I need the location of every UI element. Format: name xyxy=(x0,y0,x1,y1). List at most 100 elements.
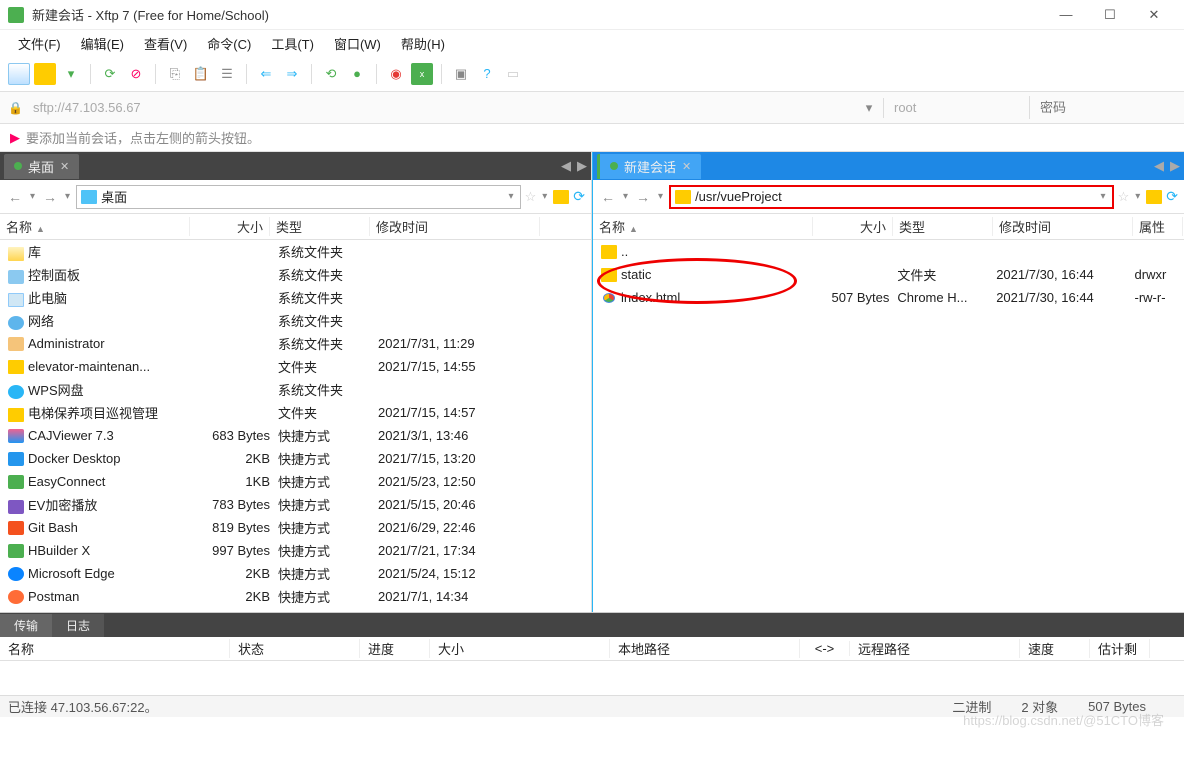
tcol-eta[interactable]: 估计剩 xyxy=(1090,639,1150,658)
file-row[interactable]: index.html507 BytesChrome H...2021/7/30,… xyxy=(593,286,1184,309)
tab-prev-icon[interactable]: ◀ xyxy=(561,158,571,174)
refresh-icon[interactable]: ⟳ xyxy=(1166,188,1178,205)
tcol-speed[interactable]: 速度 xyxy=(1020,639,1090,658)
col-name[interactable]: 名称▲ xyxy=(0,217,190,236)
col-size[interactable]: 大小 xyxy=(190,217,270,236)
tcol-dir[interactable]: <-> xyxy=(800,641,850,656)
nav-fwd-icon[interactable]: → xyxy=(634,189,652,205)
terminal-icon[interactable]: ▣ xyxy=(450,63,472,85)
tab-close-icon[interactable]: ✕ xyxy=(60,160,69,173)
file-row[interactable]: .. xyxy=(593,240,1184,263)
transfer-body[interactable] xyxy=(0,661,1184,695)
tcol-local[interactable]: 本地路径 xyxy=(610,639,800,658)
bookmark-icon[interactable]: ☆ xyxy=(1118,189,1130,205)
tab-prev-icon[interactable]: ◀ xyxy=(1154,158,1164,174)
col-mtime[interactable]: 修改时间 xyxy=(993,217,1133,236)
minimize-button[interactable]: — xyxy=(1044,1,1088,29)
file-row[interactable]: WPS网盘系统文件夹 xyxy=(0,378,591,401)
left-arrow-icon[interactable]: ⇐ xyxy=(255,63,277,85)
menu-file[interactable]: 文件(F) xyxy=(10,32,69,55)
nav-back-icon[interactable]: ← xyxy=(599,189,617,205)
col-attr[interactable]: 属性 xyxy=(1133,217,1183,236)
open-icon[interactable] xyxy=(34,63,56,85)
address-url[interactable]: sftp://47.103.56.67 xyxy=(29,100,855,115)
col-type[interactable]: 类型 xyxy=(270,217,370,236)
menu-tools[interactable]: 工具(T) xyxy=(263,32,322,55)
tcol-status[interactable]: 状态 xyxy=(230,639,360,658)
col-size[interactable]: 大小 xyxy=(813,217,893,236)
file-row[interactable]: EasyConnect1KB快捷方式2021/5/23, 12:50 xyxy=(0,470,591,493)
maximize-button[interactable]: ☐ xyxy=(1088,1,1132,29)
file-row[interactable]: static文件夹2021/7/30, 16:44drwxr xyxy=(593,263,1184,286)
file-row[interactable]: Administrator系统文件夹2021/7/31, 11:29 xyxy=(0,332,591,355)
path-dropdown-icon[interactable]: ▾ xyxy=(507,191,516,202)
left-path-input[interactable]: 桌面 ▾ xyxy=(76,185,521,209)
file-row[interactable]: Git Bash819 Bytes快捷方式2021/6/29, 22:46 xyxy=(0,516,591,539)
toolbar: ▾ ⟳ ⊘ ⎘ 📋 ☰ ⇐ ⇒ ⟲ ● ◉ x ▣ ? ▭ xyxy=(0,56,1184,92)
file-row[interactable]: Microsoft Edge2KB快捷方式2021/5/24, 15:12 xyxy=(0,562,591,585)
stop-icon[interactable]: ◉ xyxy=(385,63,407,85)
right-arrow-icon[interactable]: ⇒ xyxy=(281,63,303,85)
file-row[interactable]: elevator-maintenan...文件夹2021/7/15, 14:55 xyxy=(0,355,591,378)
tcol-remote[interactable]: 远程路径 xyxy=(850,639,1020,658)
file-row[interactable]: 网络系统文件夹 xyxy=(0,309,591,332)
col-type[interactable]: 类型 xyxy=(893,217,993,236)
address-dropdown-icon[interactable]: ▾ xyxy=(861,100,877,116)
newfolder-icon[interactable] xyxy=(1146,190,1162,204)
file-row[interactable]: Docker Desktop2KB快捷方式2021/7/15, 13:20 xyxy=(0,447,591,470)
right-path-input[interactable]: /usr/vueProject ▾ xyxy=(669,185,1114,209)
help-icon[interactable]: ? xyxy=(476,63,498,85)
nav-fwd-icon[interactable]: → xyxy=(41,189,59,205)
tab-next-icon[interactable]: ▶ xyxy=(577,158,587,174)
file-row[interactable]: HBuilder X997 Bytes快捷方式2021/7/21, 17:34 xyxy=(0,539,591,562)
props-icon[interactable]: ☰ xyxy=(216,63,238,85)
file-row[interactable]: CAJViewer 7.3683 Bytes快捷方式2021/3/1, 13:4… xyxy=(0,424,591,447)
status-objects: 2 对象 xyxy=(1021,697,1058,716)
left-filelist[interactable]: 库系统文件夹控制面板系统文件夹此电脑系统文件夹网络系统文件夹Administra… xyxy=(0,240,591,612)
tcol-size[interactable]: 大小 xyxy=(430,639,610,658)
tab-desktop[interactable]: 桌面 ✕ xyxy=(4,154,79,179)
paste-icon[interactable]: 📋 xyxy=(190,63,212,85)
menu-edit[interactable]: 编辑(E) xyxy=(73,32,132,55)
disconnect-icon[interactable]: ⊘ xyxy=(125,63,147,85)
tab-label: 新建会话 xyxy=(624,157,676,176)
xshell-icon[interactable]: x xyxy=(411,63,433,85)
menu-view[interactable]: 查看(V) xyxy=(136,32,195,55)
col-name[interactable]: 名称▲ xyxy=(593,217,813,236)
tcol-progress[interactable]: 进度 xyxy=(360,639,430,658)
username-field[interactable] xyxy=(890,96,1030,119)
menu-window[interactable]: 窗口(W) xyxy=(326,32,389,55)
new-session-icon[interactable] xyxy=(8,63,30,85)
refresh-icon[interactable]: ⟳ xyxy=(573,188,585,205)
bookmark-icon[interactable]: ☆ xyxy=(525,189,537,205)
col-mtime[interactable]: 修改时间 xyxy=(370,217,540,236)
menu-command[interactable]: 命令(C) xyxy=(199,32,259,55)
right-filelist[interactable]: ..static文件夹2021/7/30, 16:44drwxrindex.ht… xyxy=(593,240,1184,612)
tab-next-icon[interactable]: ▶ xyxy=(1170,158,1180,174)
file-row[interactable]: 库系统文件夹 xyxy=(0,240,591,263)
tcol-name[interactable]: 名称 xyxy=(0,639,230,658)
file-row[interactable]: Postman2KB快捷方式2021/7/1, 14:34 xyxy=(0,585,591,608)
lib-icon xyxy=(8,247,24,261)
file-row[interactable]: 控制面板系统文件夹 xyxy=(0,263,591,286)
sync-icon[interactable]: ⟲ xyxy=(320,63,342,85)
newfolder-icon[interactable] xyxy=(553,190,569,204)
menu-help[interactable]: 帮助(H) xyxy=(393,32,453,55)
tab-session[interactable]: 新建会话 ✕ xyxy=(597,154,701,179)
password-field[interactable] xyxy=(1036,96,1176,119)
copy-icon[interactable]: ⎘ xyxy=(164,63,186,85)
path-dropdown-icon[interactable]: ▾ xyxy=(1099,191,1108,202)
tab-transfer[interactable]: 传输 xyxy=(0,614,52,637)
file-row[interactable]: EV加密播放783 Bytes快捷方式2021/5/15, 20:46 xyxy=(0,493,591,516)
reconnect-icon[interactable]: ⟳ xyxy=(99,63,121,85)
right-tabrow: 新建会话 ✕ ◀ ▶ xyxy=(593,152,1184,180)
tab-log[interactable]: 日志 xyxy=(52,614,104,637)
tab-close-icon[interactable]: ✕ xyxy=(682,160,691,173)
file-row[interactable]: 电梯保养项目巡视管理文件夹2021/7/15, 14:57 xyxy=(0,401,591,424)
chat-icon[interactable]: ▭ xyxy=(502,63,524,85)
nav-back-icon[interactable]: ← xyxy=(6,189,24,205)
globe-icon[interactable]: ● xyxy=(346,63,368,85)
save-icon[interactable]: ▾ xyxy=(60,63,82,85)
close-button[interactable]: ✕ xyxy=(1132,1,1176,29)
file-row[interactable]: 此电脑系统文件夹 xyxy=(0,286,591,309)
